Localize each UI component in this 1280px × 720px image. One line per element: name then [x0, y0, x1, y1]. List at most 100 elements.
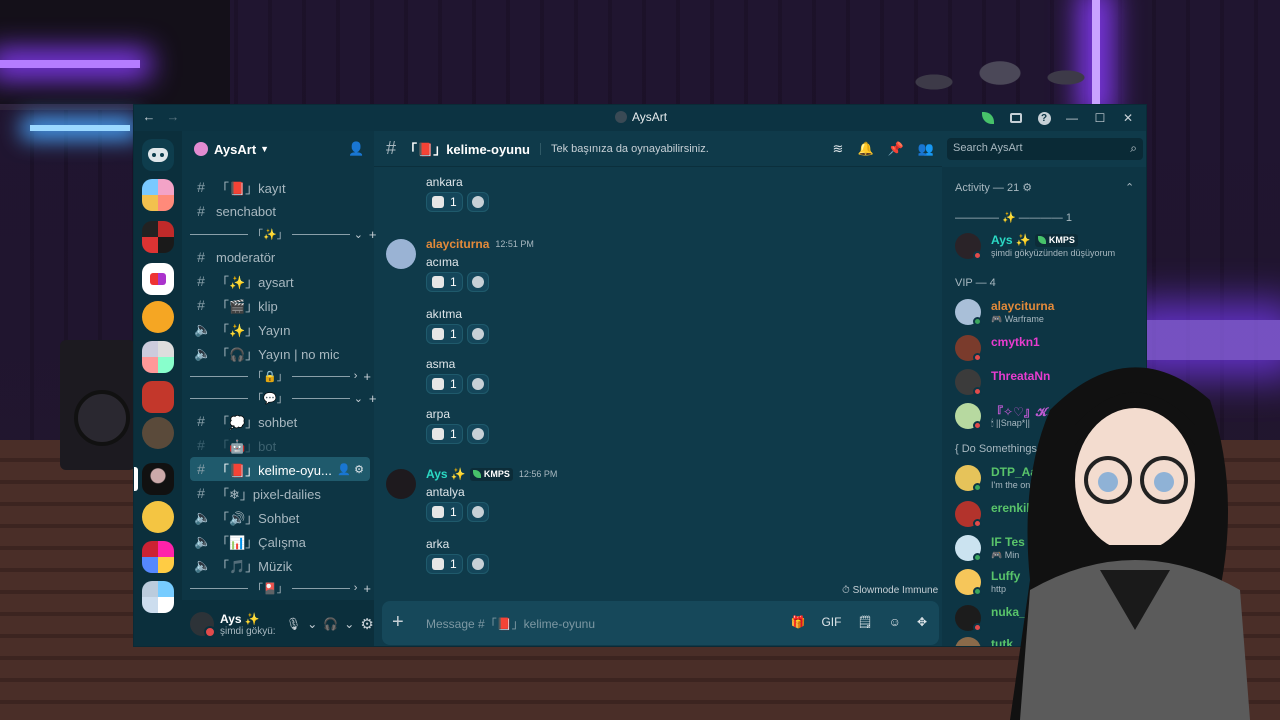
server-icon-aysart[interactable]: [142, 463, 174, 495]
reaction-button[interactable]: 1: [426, 424, 463, 444]
member-item[interactable]: Luffy http: [955, 567, 1145, 597]
sticker-icon[interactable]: 🗒: [857, 615, 872, 629]
reaction-button[interactable]: 1: [426, 192, 463, 212]
create-channel-icon[interactable]: +: [363, 369, 371, 384]
text-channel[interactable]: # 「💭」sohbet: [190, 409, 370, 433]
avatar[interactable]: [386, 469, 416, 499]
guild-tag[interactable]: KMPS: [469, 467, 513, 481]
server-icon[interactable]: [142, 381, 174, 413]
category-toggle-icon[interactable]: ⌄: [354, 392, 363, 405]
add-reaction-button[interactable]: [466, 272, 489, 292]
message-input[interactable]: Message #「📕」kelime-oyunu: [426, 615, 595, 632]
channel-category[interactable]: 「🔒」 › +: [190, 365, 371, 387]
server-folder-icon[interactable]: [142, 179, 174, 211]
bell-icon[interactable]: 🔔: [857, 141, 873, 157]
member-item[interactable]: DTP_Aaron I'm the only one w: [955, 463, 1145, 493]
message-composer[interactable]: + Message #「📕」kelime-oyunu 🎁 GIF 🗒 ☺ ✥: [382, 601, 939, 645]
voice-channel[interactable]: 🔈 「📊」Çalışma: [190, 529, 370, 553]
category-toggle-icon[interactable]: ›: [354, 370, 358, 382]
message-author[interactable]: Ays ✨: [426, 467, 466, 481]
user-panel: Ays ✨ şimdi gökyü: 🎙 ⌄ 🎧 ⌄ ⚙: [182, 600, 374, 646]
channel-settings-icon[interactable]: 👤 ⚙: [337, 463, 364, 476]
text-channel[interactable]: # moderatör: [190, 245, 370, 269]
gif-icon[interactable]: GIF: [821, 615, 841, 629]
chevron-down-icon[interactable]: ⌄: [307, 617, 317, 631]
reaction-button[interactable]: 1: [426, 554, 463, 574]
text-channel[interactable]: # 「📕」kelime-oyu... 👤 ⚙: [190, 457, 370, 481]
inbox-icon[interactable]: [1002, 107, 1030, 129]
discord-home-icon[interactable]: [142, 139, 174, 171]
server-icon[interactable]: [142, 501, 174, 533]
pin-icon[interactable]: 📌: [888, 141, 904, 157]
add-reaction-button[interactable]: [466, 324, 489, 344]
server-folder-icon[interactable]: [142, 221, 174, 253]
members-icon[interactable]: 👥: [918, 141, 934, 157]
emoji-icon[interactable]: ☺: [889, 615, 901, 629]
text-channel[interactable]: # 「📕」kayıt: [190, 175, 370, 199]
maximize-button[interactable]: ☐: [1086, 107, 1114, 129]
reaction-button[interactable]: 1: [426, 272, 463, 292]
reaction-button[interactable]: 1: [426, 374, 463, 394]
voice-channel[interactable]: 🔈 「🔊」Sohbet: [190, 505, 370, 529]
cat-emoji-icon: [432, 506, 444, 518]
category-toggle-icon[interactable]: ⌄: [354, 228, 363, 241]
server-folder-icon[interactable]: [142, 541, 174, 573]
invite-people-icon[interactable]: 👤: [348, 141, 364, 157]
channel-category[interactable]: 「💬」 ⌄ +: [190, 387, 377, 409]
add-reaction-button[interactable]: [466, 374, 489, 394]
reaction-button[interactable]: 1: [426, 502, 463, 522]
voice-channel[interactable]: 🔈 「✨」Yayın: [190, 317, 370, 341]
text-channel[interactable]: # 「🎬」klip: [190, 293, 370, 317]
help-icon[interactable]: ?: [1030, 107, 1058, 129]
channel-category[interactable]: 「✨」 ⌄ +: [190, 223, 377, 245]
text-channel[interactable]: # senchabot: [190, 199, 370, 223]
gift-icon[interactable]: 🎁: [790, 615, 805, 629]
nitro-leaf-icon[interactable]: [974, 107, 1002, 129]
text-channel[interactable]: # 「✨」aysart: [190, 269, 370, 293]
add-reaction-button[interactable]: [466, 554, 489, 574]
server-folder-icon[interactable]: [142, 341, 174, 373]
member-item[interactable]: 『✧♡』𝓚... 🕯 ||Snap*||: [955, 401, 1145, 431]
text-channel[interactable]: # 「🤖」bot: [190, 433, 370, 457]
add-reaction-button[interactable]: [466, 424, 489, 444]
text-channel[interactable]: # 「❄」pixel-dailies: [190, 481, 370, 505]
member-item[interactable]: IF Tes 🎮 Min: [955, 533, 1145, 563]
voice-channel[interactable]: 🔈 「🎵」Müzik: [190, 553, 370, 577]
message-author[interactable]: alayciturna: [426, 237, 489, 251]
channel-category[interactable]: 「🎴」 › +: [190, 577, 371, 599]
member-item[interactable]: cmytkn1: [955, 333, 1145, 363]
close-button[interactable]: ✕: [1114, 107, 1142, 129]
attach-plus-icon[interactable]: +: [392, 611, 404, 633]
avatar[interactable]: [386, 239, 416, 269]
add-reaction-button[interactable]: [466, 502, 489, 522]
member-item[interactable]: alayciturna 🎮 Warframe: [955, 297, 1145, 327]
reaction-bar: 1: [426, 192, 489, 212]
headphones-icon[interactable]: 🎧: [323, 617, 338, 631]
member-item[interactable]: Ays ✨ KMPS şimdi gökyüzünden düşüyorum: [955, 231, 1145, 261]
apps-icon[interactable]: ✥: [917, 615, 927, 629]
cat-emoji-icon: [432, 378, 444, 390]
server-folder-icon[interactable]: [142, 581, 174, 613]
channel-topic[interactable]: Tek başınıza da oynayabilirsiniz.: [540, 142, 709, 155]
member-item[interactable]: tutk: [955, 635, 1145, 646]
server-icon[interactable]: [142, 301, 174, 333]
server-header[interactable]: AysArt ▼ 👤: [182, 131, 374, 167]
member-item[interactable]: ThreataNn: [955, 367, 1145, 397]
minimize-button[interactable]: —: [1058, 107, 1086, 129]
avatar[interactable]: [190, 612, 216, 638]
threads-icon[interactable]: ≋: [833, 141, 844, 157]
server-icon[interactable]: [142, 263, 174, 295]
gear-icon[interactable]: ⚙: [360, 615, 373, 633]
server-icon[interactable]: [142, 417, 174, 449]
category-toggle-icon[interactable]: ›: [354, 582, 358, 594]
reaction-button[interactable]: 1: [426, 324, 463, 344]
microphone-icon[interactable]: 🎙: [286, 617, 301, 631]
search-input[interactable]: Search AysArt ⌕: [947, 138, 1143, 160]
create-channel-icon[interactable]: +: [363, 581, 371, 596]
chevron-up-icon[interactable]: ⌃: [1125, 181, 1134, 194]
member-item[interactable]: nuka_: [955, 603, 1145, 633]
voice-channel[interactable]: 🔈 「🎧」Yayın | no mic: [190, 341, 370, 365]
member-item[interactable]: erenkilic: [955, 499, 1145, 529]
chevron-down-icon[interactable]: ⌄: [344, 617, 354, 631]
add-reaction-button[interactable]: [466, 192, 489, 212]
